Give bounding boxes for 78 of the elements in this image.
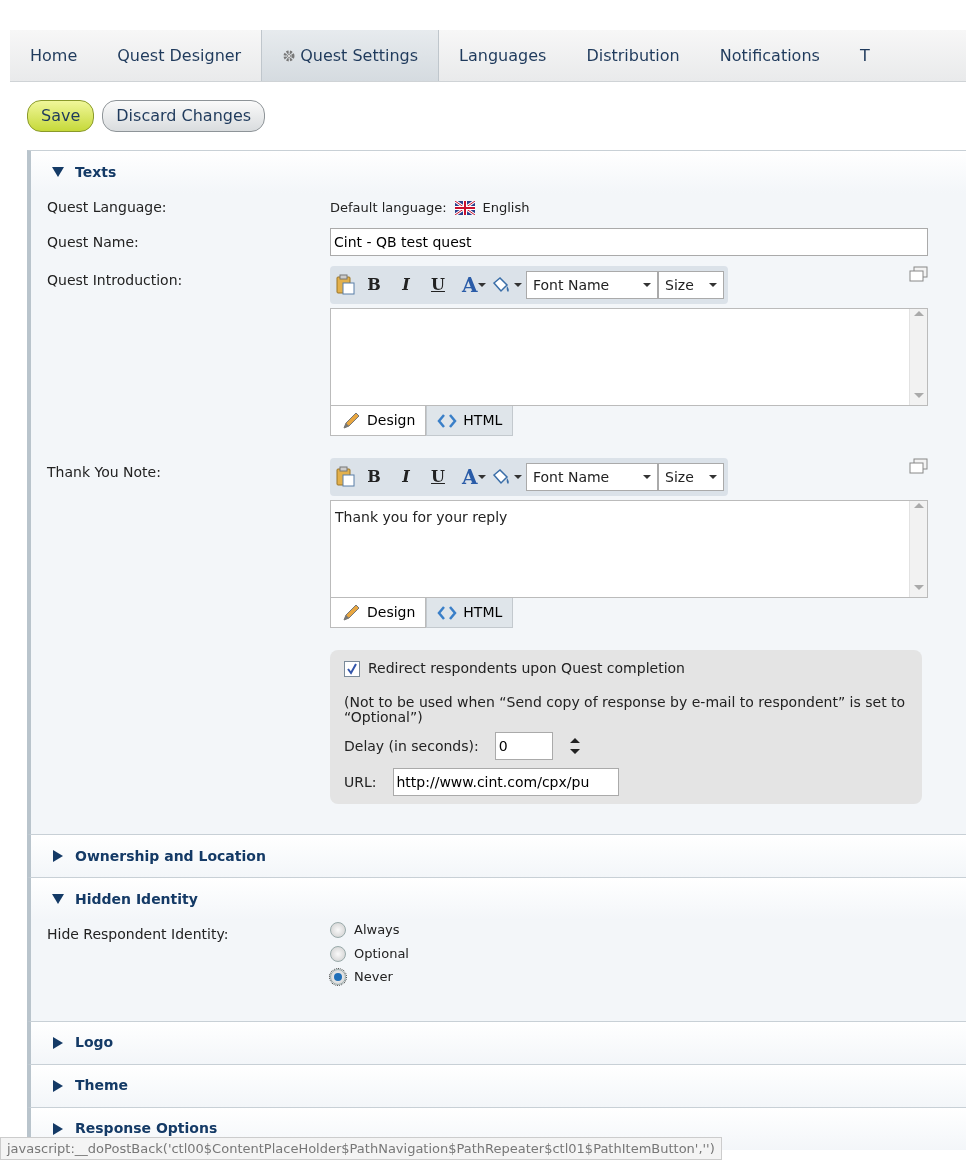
paste-icon[interactable]	[334, 466, 356, 488]
field-label: Quest Name:	[47, 233, 140, 252]
paint-bucket-icon[interactable]	[490, 275, 510, 295]
mode-tab[interactable]: HTML	[426, 598, 514, 628]
checkbox[interactable]	[344, 660, 360, 677]
section-heading[interactable]: Ownership and Location	[75, 845, 266, 867]
save-button[interactable]: Save	[27, 100, 95, 132]
color-button[interactable]: A	[456, 461, 478, 493]
pencil-icon	[341, 602, 361, 623]
nav-tab[interactable]: T	[839, 30, 890, 81]
radio-label[interactable]: Optional	[354, 943, 409, 964]
section-heading[interactable]: Logo	[75, 1032, 114, 1054]
expand-arrow-icon[interactable]	[51, 1121, 65, 1136]
radio-button[interactable]	[330, 922, 346, 939]
italic-button[interactable]: I	[392, 272, 420, 298]
caret-icon[interactable]	[643, 283, 651, 287]
collapse-arrow-icon[interactable]	[51, 165, 65, 179]
field-label: Quest Introduction:	[47, 271, 184, 290]
radio-button[interactable]	[330, 945, 346, 962]
underline-button[interactable]: U	[424, 272, 452, 298]
discard-button[interactable]: Discard Changes	[102, 100, 266, 132]
radio-label[interactable]: Never	[354, 967, 393, 987]
url-input[interactable]: http://www.cint.com/cpx/pu	[392, 768, 619, 797]
pencil-icon	[341, 410, 361, 431]
nav-tab[interactable]: Quest Designer	[97, 30, 262, 81]
caret-icon[interactable]	[709, 283, 717, 287]
number-input[interactable]: 0	[494, 732, 553, 761]
font-name-dropdown[interactable]: Font Name	[526, 463, 658, 491]
italic-button[interactable]: I	[392, 464, 420, 490]
field-label: URL:	[344, 772, 377, 792]
checkmark-icon	[346, 662, 358, 675]
field-label: Hide Respondent Identity:	[47, 925, 230, 945]
field-label: Quest Language:	[47, 198, 168, 217]
radio-button[interactable]	[330, 969, 346, 986]
expand-arrow-icon[interactable]	[51, 849, 65, 864]
mode-tab[interactable]: HTML	[426, 406, 514, 436]
spinner-arrows-icon[interactable]	[568, 737, 581, 756]
underline-button[interactable]: U	[424, 464, 452, 490]
paint-bucket-icon[interactable]	[490, 467, 510, 487]
caret-icon[interactable]	[478, 475, 486, 479]
mode-tab[interactable]: Design	[330, 598, 427, 628]
caret-icon[interactable]	[514, 283, 522, 287]
text-editor-area[interactable]: Thank you for your reply	[330, 500, 928, 598]
bold-button[interactable]: B	[360, 272, 388, 298]
nav-tab[interactable]: Notifications	[699, 30, 840, 81]
note-text: (Not to be used when “Send copy of response by e-mail to respondent” is set to “Optional”)	[344, 695, 907, 725]
bold-button[interactable]: B	[360, 464, 388, 490]
scrollbar[interactable]	[909, 501, 927, 597]
language-name: English	[482, 198, 530, 217]
text-input[interactable]: Cint - QB test quest	[330, 228, 928, 256]
nav-tab[interactable]: Languages	[439, 30, 567, 81]
caret-icon[interactable]	[514, 475, 522, 479]
flag-icon	[454, 200, 475, 215]
field-label: Delay (in seconds):	[344, 736, 479, 756]
radio-label[interactable]: Always	[354, 920, 400, 940]
mode-tab[interactable]: Design	[330, 406, 427, 436]
nav-tab[interactable]: Quest Settings	[261, 30, 440, 81]
size-dropdown[interactable]: Size	[658, 271, 724, 299]
paste-icon[interactable]	[334, 274, 356, 296]
caret-icon[interactable]	[478, 283, 486, 287]
caret-icon[interactable]	[643, 475, 651, 479]
nav-tab[interactable]: Distribution	[566, 30, 700, 81]
language-prefix: Default language:	[330, 198, 447, 217]
radio-dot-icon	[334, 973, 342, 982]
caret-icon[interactable]	[709, 475, 717, 479]
section-heading[interactable]: Theme	[75, 1075, 129, 1097]
color-button[interactable]: A	[456, 269, 478, 301]
field-label: Thank You Note:	[47, 463, 162, 482]
section-heading[interactable]: Texts	[75, 161, 117, 183]
expand-arrow-icon[interactable]	[51, 1078, 65, 1093]
gear-icon	[282, 48, 297, 63]
checkbox-label[interactable]: Redirect respondents upon Quest completion	[368, 658, 685, 679]
expand-arrow-icon[interactable]	[51, 1035, 65, 1050]
scrollbar[interactable]	[909, 309, 927, 405]
font-name-dropdown[interactable]: Font Name	[526, 271, 658, 299]
size-dropdown[interactable]: Size	[658, 463, 724, 491]
nav-tab[interactable]: Home	[10, 30, 98, 81]
section-heading[interactable]: Hidden Identity	[75, 888, 198, 910]
